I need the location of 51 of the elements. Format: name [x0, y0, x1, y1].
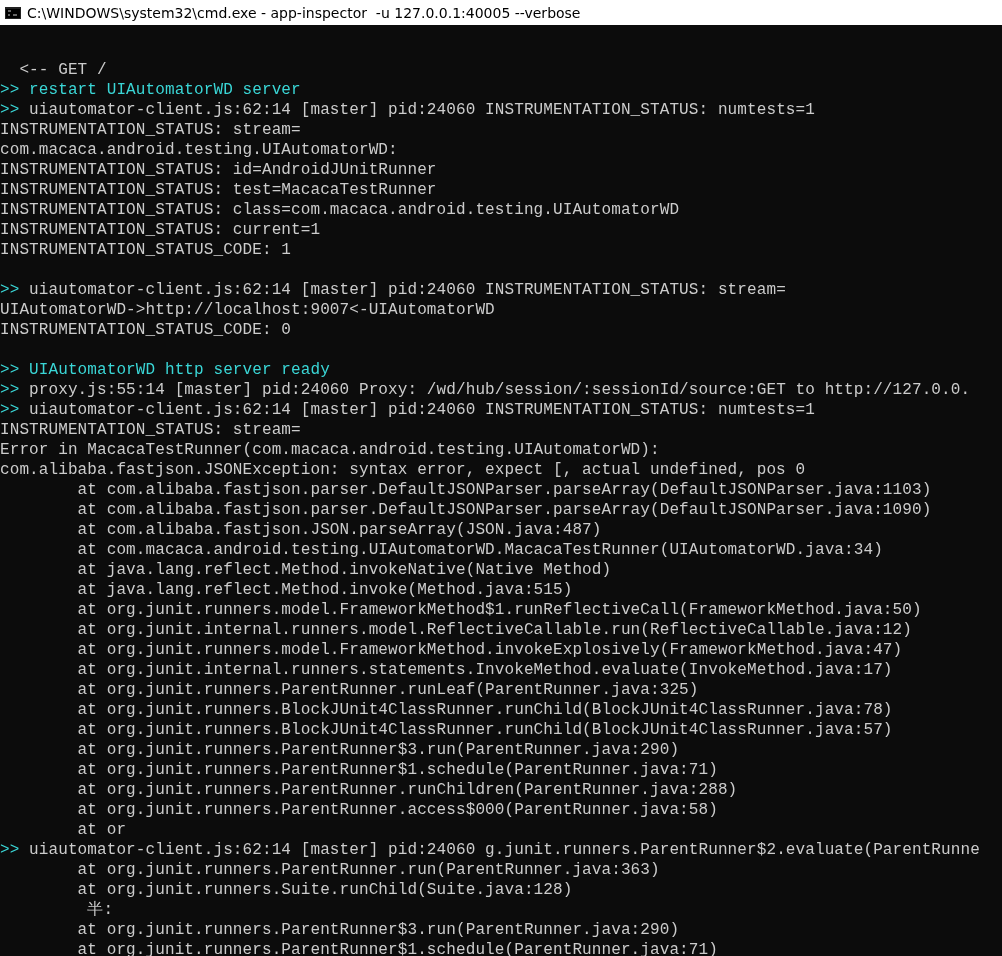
output-line: INSTRUMENTATION_STATUS_CODE: 1 — [0, 240, 292, 260]
output-line: at org.junit.internal.runners.statements.InvokeMethod.evaluate(InvokeMethod.java:17) — [76, 660, 893, 680]
output-line: at org.junit.runners.ParentRunner$1.schedule(ParentRunner.java:71) — [76, 760, 718, 780]
prompt-marker: >> — [0, 100, 20, 120]
output-line: INSTRUMENTATION_STATUS: id=AndroidJUnitRunner — [0, 160, 437, 180]
output-line: 半: — [86, 900, 114, 920]
console-icon — [5, 6, 21, 19]
output-line: INSTRUMENTATION_STATUS: stream= — [0, 120, 301, 140]
status-message: restart UIAutomatorWD server — [28, 80, 301, 100]
output-line: INSTRUMENTATION_STATUS: current=1 — [0, 220, 321, 240]
output-line: at org.junit.runners.BlockJUnit4ClassRunner.runChild(BlockJUnit4ClassRunner.java:57) — [76, 720, 893, 740]
output-line: INSTRUMENTATION_STATUS: stream= — [0, 420, 301, 440]
prompt-marker: >> — [0, 80, 20, 100]
output-line: at com.alibaba.fastjson.JSON.parseArray(JSON.java:487) — [76, 520, 602, 540]
output-line: at org.junit.runners.ParentRunner.run(ParentRunner.java:363) — [76, 860, 660, 880]
log-line: uiautomator-client.js:62:14 [master] pid:24060 INSTRUMENTATION_STATUS: numtests=1 — [28, 100, 815, 120]
output-line: at org.junit.runners.Suite.runChild(Suite.java:128) — [76, 880, 573, 900]
output-line: com.macaca.android.testing.UIAutomatorWD: — [0, 140, 398, 160]
log-line: uiautomator-client.js:62:14 [master] pid:24060 INSTRUMENTATION_STATUS: numtests=1 — [28, 400, 815, 420]
prompt-marker: >> — [0, 400, 20, 420]
output-line: UIAutomatorWD->http://localhost:9007<-UIAutomatorWD — [0, 300, 495, 320]
output-line: at or — [76, 820, 127, 840]
output-line: INSTRUMENTATION_STATUS_CODE: 0 — [0, 320, 292, 340]
output-line: at org.junit.runners.ParentRunner$3.run(ParentRunner.java:290) — [76, 920, 680, 940]
prompt-marker: >> — [0, 380, 20, 400]
output-line: at org.junit.runners.BlockJUnit4ClassRunner.runChild(BlockJUnit4ClassRunner.java:78) — [76, 700, 893, 720]
output-line: com.alibaba.fastjson.JSONException: syntax error, expect [, actual undefined, pos 0 — [0, 460, 806, 480]
output-line: at org.junit.runners.model.FrameworkMethod$1.runReflectiveCall(FrameworkMethod.java:50) — [76, 600, 922, 620]
output-line: at org.junit.runners.model.FrameworkMethod.invokeExplosively(FrameworkMethod.java:47) — [76, 640, 903, 660]
prompt-marker: >> — [0, 360, 20, 380]
output-line: at java.lang.reflect.Method.invoke(Method.java:515) — [76, 580, 573, 600]
output-line: at com.alibaba.fastjson.parser.DefaultJSONParser.parseArray(DefaultJSONParser.java:1090) — [76, 500, 932, 520]
log-line: proxy.js:55:14 [master] pid:24060 Proxy: /wd/hub/session/:sessionId/source:GET to http://127.0.0. — [28, 380, 971, 400]
prompt-marker: >> — [0, 280, 20, 300]
output-line: at org.junit.runners.ParentRunner$3.run(ParentRunner.java:290) — [76, 740, 680, 760]
log-line: uiautomator-client.js:62:14 [master] pid:24060 g.junit.runners.ParentRunner$2.evaluate(ParentRunne — [28, 840, 980, 860]
output-line: INSTRUMENTATION_STATUS: test=MacacaTestRunner — [0, 180, 437, 200]
output-line: at org.junit.runners.ParentRunner.runLeaf(ParentRunner.java:325) — [76, 680, 699, 700]
output-line: at java.lang.reflect.Method.invokeNative(Native Method) — [76, 560, 612, 580]
prompt-marker: >> — [0, 840, 20, 860]
output-line: INSTRUMENTATION_STATUS: class=com.macaca.android.testing.UIAutomatorWD — [0, 200, 680, 220]
status-message: UIAutomatorWD http server ready — [28, 360, 330, 380]
output-line: at com.macaca.android.testing.UIAutomatorWD.MacacaTestRunner(UIAutomatorWD.java:34) — [76, 540, 883, 560]
output-line: at com.alibaba.fastjson.parser.DefaultJSONParser.parseArray(DefaultJSONParser.java:1103) — [76, 480, 932, 500]
window-title: C:\WINDOWS\system32\cmd.exe - app-inspector -u 127.0.0.1:40005 --verbose — [27, 4, 581, 21]
output-line: at org.junit.internal.runners.model.ReflectiveCallable.run(ReflectiveCallable.java:12) — [76, 620, 912, 640]
log-line: uiautomator-client.js:62:14 [master] pid:24060 INSTRUMENTATION_STATUS: stream= — [28, 280, 786, 300]
output-line: Error in MacacaTestRunner(com.macaca.android.testing.UIAutomatorWD): — [0, 440, 660, 460]
output-line: at org.junit.runners.ParentRunner.access$000(ParentRunner.java:58) — [76, 800, 718, 820]
request-line: <-- GET / — [18, 60, 107, 80]
output-line: at org.junit.runners.ParentRunner.runChildren(ParentRunner.java:288) — [76, 780, 738, 800]
